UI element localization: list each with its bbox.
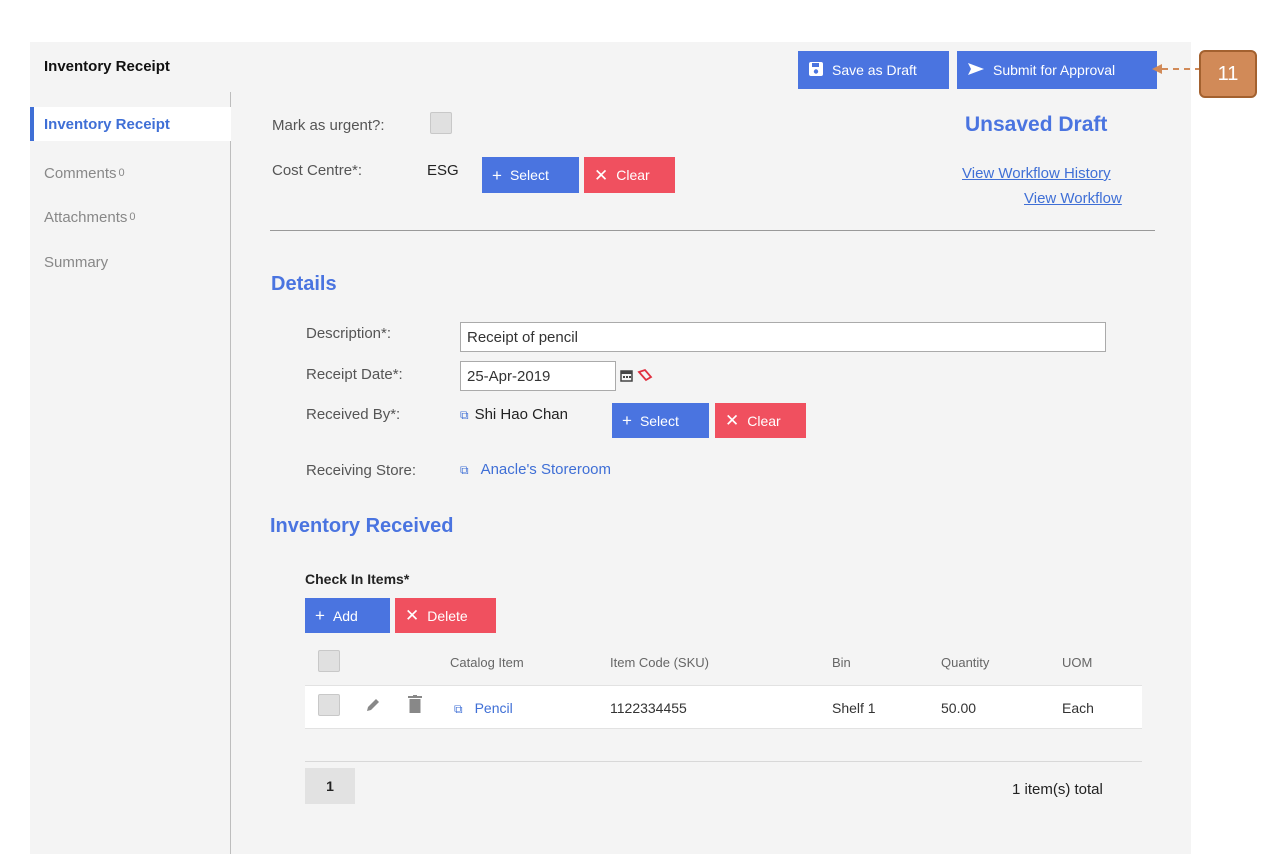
pager-divider — [305, 761, 1142, 762]
callout-arrow — [1152, 64, 1200, 74]
status-badge: Unsaved Draft — [965, 113, 1108, 136]
inventory-received-heading: Inventory Received — [270, 515, 454, 537]
external-link-icon: ⧉ — [460, 463, 469, 477]
column-header[interactable]: Item Code (SKU) — [610, 655, 709, 670]
divider — [270, 230, 1155, 231]
urgent-checkbox[interactable] — [430, 112, 452, 134]
details-heading: Details — [271, 273, 337, 295]
trash-icon[interactable] — [408, 695, 422, 718]
description-input[interactable] — [460, 322, 1106, 352]
received-by-select-button[interactable]: + Select — [612, 403, 709, 438]
add-label: Add — [332, 607, 358, 624]
urgent-label: Mark as urgent?: — [272, 117, 385, 134]
clear-label: Clear — [747, 412, 781, 429]
items-total: 1 item(s) total — [1012, 781, 1103, 798]
sidebar-item-inventory-receipt[interactable]: Inventory Receipt — [30, 107, 231, 141]
submit-approval-label: Submit for Approval — [993, 62, 1116, 78]
received-by-value[interactable]: ⧉ Shi Hao Chan — [460, 406, 568, 423]
external-link-icon: ⧉ — [460, 408, 469, 422]
page-number-button[interactable]: 1 — [305, 768, 355, 804]
eraser-icon[interactable] — [637, 368, 653, 387]
cost-centre-select-button[interactable]: + Select — [482, 157, 579, 193]
description-label: Description*: — [306, 325, 392, 342]
plus-icon: + — [622, 411, 632, 430]
check-in-items-label: Check In Items* — [305, 571, 410, 587]
view-workflow-history-link[interactable]: View Workflow History — [962, 165, 1111, 182]
column-header[interactable]: UOM — [1062, 655, 1092, 670]
sidebar-item-label: Inventory Receipt — [44, 115, 170, 133]
cost-centre-value: ESG — [427, 162, 459, 179]
clear-label: Clear — [616, 167, 650, 183]
sidebar: Inventory Receipt Comments 0 Attachments… — [30, 92, 231, 854]
save-draft-label: Save as Draft — [832, 62, 917, 78]
column-header[interactable]: Catalog Item — [450, 655, 524, 670]
sku-cell: 1122334455 — [610, 700, 687, 716]
save-draft-button[interactable]: Save as Draft — [798, 51, 949, 89]
app-title: Inventory Receipt — [44, 58, 170, 75]
calendar-icon[interactable] — [620, 369, 633, 385]
receiving-store-name: Anacle's Storeroom — [480, 461, 612, 478]
floppy-icon — [808, 61, 824, 80]
sidebar-item-attachments[interactable]: Attachments 0 — [30, 200, 231, 234]
quantity-cell: 50.00 — [941, 700, 977, 716]
catalog-item-link[interactable]: ⧉ Pencil — [454, 700, 513, 717]
row-checkbox[interactable] — [318, 694, 340, 716]
external-link-icon: ⧉ — [454, 702, 463, 716]
receiving-store-label: Receiving Store: — [306, 462, 417, 479]
delete-item-button[interactable]: ✕ Delete — [395, 598, 496, 633]
delete-label: Delete — [427, 607, 468, 624]
x-icon: ✕ — [725, 411, 740, 430]
received-by-label: Received By*: — [306, 406, 401, 423]
received-by-name: Shi Hao Chan — [474, 406, 568, 423]
received-by-clear-button[interactable]: ✕ Clear — [715, 403, 806, 438]
callout-badge: 11 — [1199, 50, 1257, 98]
uom-cell: Each — [1062, 700, 1094, 716]
sidebar-item-label: Summary — [44, 253, 109, 271]
cost-centre-label: Cost Centre*: — [272, 162, 363, 179]
sidebar-item-summary[interactable]: Summary — [30, 245, 231, 279]
send-icon — [967, 62, 985, 79]
table-row — [305, 685, 1142, 729]
select-all-checkbox[interactable] — [318, 650, 340, 672]
submit-approval-button[interactable]: Submit for Approval — [957, 51, 1157, 89]
x-icon: ✕ — [405, 606, 420, 625]
plus-icon: + — [492, 165, 502, 185]
view-workflow-link[interactable]: View Workflow — [1024, 190, 1122, 207]
receipt-date-input[interactable] — [460, 361, 616, 391]
add-item-button[interactable]: + Add — [305, 598, 390, 633]
select-label: Select — [639, 412, 679, 429]
cost-centre-clear-button[interactable]: ✕ Clear — [584, 157, 675, 193]
receipt-date-label: Receipt Date*: — [306, 366, 403, 383]
attachments-count: 0 — [129, 211, 136, 223]
sidebar-item-label: Comments — [44, 164, 117, 182]
pencil-icon[interactable] — [365, 697, 381, 718]
catalog-item-name: Pencil — [474, 700, 513, 716]
column-header[interactable]: Bin — [832, 655, 851, 670]
bin-cell: Shelf 1 — [832, 700, 876, 716]
sidebar-item-label: Attachments — [44, 208, 128, 226]
select-label: Select — [509, 167, 549, 183]
x-icon: ✕ — [594, 165, 609, 185]
comments-count: 0 — [118, 167, 125, 179]
sidebar-item-comments[interactable]: Comments 0 — [30, 156, 231, 190]
plus-icon: + — [315, 606, 325, 625]
receiving-store-link[interactable]: ⧉ Anacle's Storeroom — [460, 461, 611, 478]
column-header[interactable]: Quantity — [941, 655, 989, 670]
